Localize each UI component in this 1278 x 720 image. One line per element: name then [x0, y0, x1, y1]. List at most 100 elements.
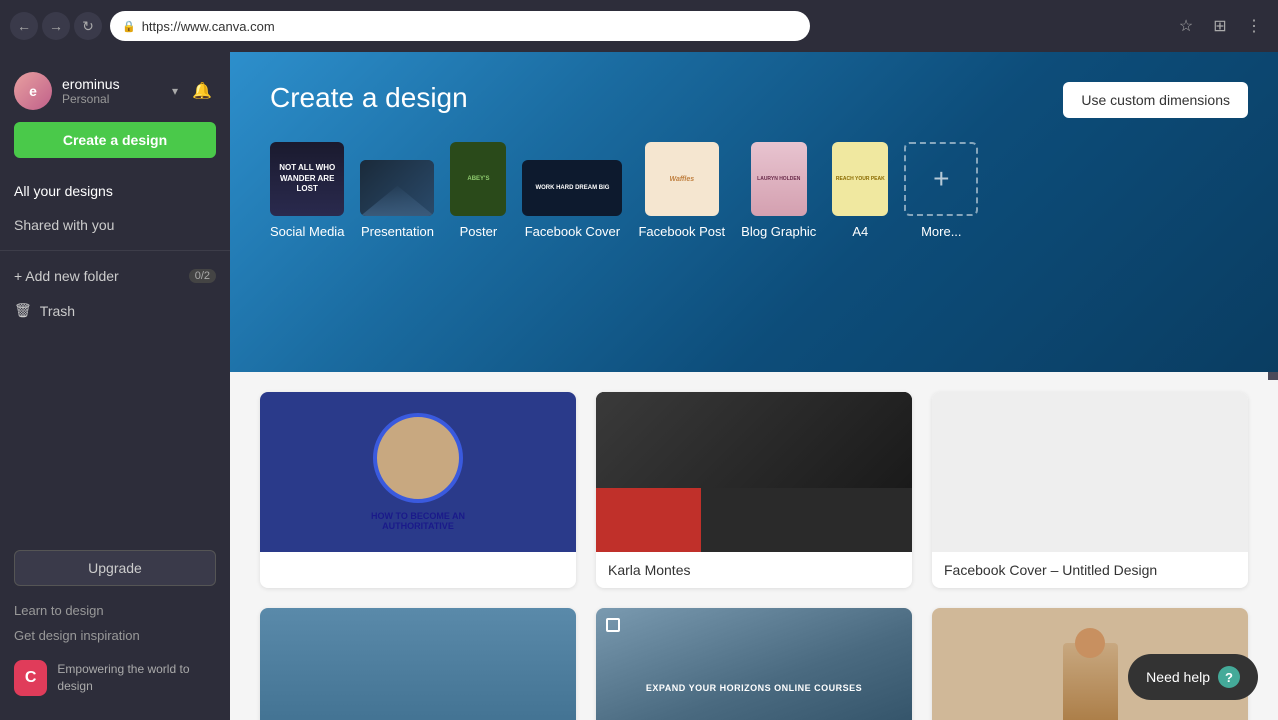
poster-text: ABEY'S	[467, 176, 489, 182]
design-card[interactable]: HOW TO BECOME ANAUTHORITATIVE	[260, 392, 576, 588]
blog-graphic-thumbnail: LAURYN HOLDEN	[751, 142, 807, 216]
bookmark-button[interactable]: ☆	[1172, 12, 1200, 40]
extensions-button[interactable]: ⊞	[1206, 12, 1234, 40]
canva-logo: C	[14, 660, 47, 696]
template-social-media[interactable]: NOT ALL WHO WANDER ARE LOST Social Media	[270, 142, 344, 239]
templates-row: NOT ALL WHO WANDER ARE LOST Social Media…	[270, 142, 1238, 239]
canva-brand: C Empowering the world to design	[14, 660, 216, 696]
address-bar[interactable]: 🔒 https://www.canva.com	[110, 11, 810, 41]
trash-icon: 🗑	[14, 302, 32, 319]
design-card-info: Facebook Cover – Untitled Design	[932, 552, 1248, 588]
template-label: Social Media	[270, 224, 344, 239]
forward-button[interactable]: →	[42, 12, 70, 40]
design-card-title: Facebook Cover – Untitled Design	[944, 562, 1236, 578]
design-card[interactable]: Facebook Cover – Untitled Design	[932, 392, 1248, 588]
user-info: erominus Personal	[62, 76, 162, 106]
sidebar-item-all-designs[interactable]: All your designs ›	[0, 174, 230, 208]
back-button[interactable]: ←	[10, 12, 38, 40]
facebook-post-thumbnail: Waffles	[645, 142, 719, 216]
nav-buttons: ← → ↻	[10, 12, 102, 40]
menu-button[interactable]: ⋮	[1240, 12, 1268, 40]
template-facebook-post[interactable]: Waffles Facebook Post	[638, 142, 725, 239]
user-name: erominus	[62, 76, 162, 92]
custom-dimensions-button[interactable]: Use custom dimensions	[1063, 82, 1248, 118]
design-inspiration-link[interactable]: Get design inspiration	[14, 623, 216, 648]
sidebar-footer: Upgrade Learn to design Get design inspi…	[0, 538, 230, 708]
fbcover-text: WORK HARD DREAM BIG	[535, 185, 609, 191]
template-label: Facebook Cover	[525, 224, 620, 239]
learn-design-link[interactable]: Learn to design	[14, 598, 216, 623]
fbpost-text: Waffles	[669, 176, 694, 183]
lock-icon: 🔒	[122, 20, 136, 33]
card5-text: EXPAND YOUR HORIZONS ONLINE COURSES	[638, 675, 870, 701]
folder-label: + Add new folder	[14, 268, 119, 284]
sidebar-item-shared[interactable]: Shared with you	[0, 208, 230, 242]
chevron-down-icon[interactable]: ▾	[172, 84, 178, 98]
recent-section: HOW TO BECOME ANAUTHORITATIVE	[230, 372, 1278, 720]
avatar: e	[14, 72, 52, 110]
add-folder-item[interactable]: + Add new folder 0/2	[0, 259, 230, 293]
template-blog-graphic[interactable]: LAURYN HOLDEN Blog Graphic	[741, 142, 816, 239]
need-help-label: Need help	[1146, 669, 1210, 685]
user-plan: Personal	[62, 92, 162, 106]
design-card-image	[932, 392, 1248, 552]
sidebar-nav: All your designs › Shared with you + Add…	[0, 174, 230, 538]
template-a4[interactable]: REACH YOUR PEAK A4	[832, 142, 888, 239]
url-text: https://www.canva.com	[142, 19, 275, 34]
plus-icon: +	[933, 163, 949, 195]
social-media-thumbnail: NOT ALL WHO WANDER ARE LOST	[270, 142, 344, 216]
design-card[interactable]: EXPAND YOUR HORIZONS ONLINE COURSES Expa…	[596, 608, 912, 720]
design-card-image: HOW TO BECOME ANAUTHORITATIVE	[260, 392, 576, 552]
sidebar-user: e erominus Personal ▾ 🔔	[0, 64, 230, 122]
template-label: Poster	[460, 224, 498, 239]
canva-tagline: Empowering the world to design	[57, 661, 216, 695]
design-card-image	[596, 392, 912, 552]
sidebar-item-label: All your designs	[14, 183, 113, 199]
upgrade-button[interactable]: Upgrade	[14, 550, 216, 586]
template-label: Facebook Post	[638, 224, 725, 239]
sidebar-links: Learn to design Get design inspiration	[14, 598, 216, 648]
browser-chrome: ← → ↻ 🔒 https://www.canva.com ☆ ⊞ ⋮	[0, 0, 1278, 52]
help-icon: ?	[1218, 666, 1240, 688]
template-label: More...	[921, 224, 961, 239]
design-card[interactable]	[260, 608, 576, 720]
refresh-button[interactable]: ↻	[74, 12, 102, 40]
trash-label: Trash	[40, 303, 75, 319]
design-card-info: Karla Montes	[596, 552, 912, 588]
template-poster[interactable]: ABEY'S Poster	[450, 142, 506, 239]
pres-mountain	[360, 182, 434, 216]
template-more[interactable]: + More...	[904, 142, 978, 239]
notification-button[interactable]: 🔔	[188, 77, 216, 105]
folder-count: 0/2	[189, 269, 216, 283]
design-card-image	[260, 608, 576, 720]
template-label: Presentation	[361, 224, 434, 239]
blog-text: LAURYN HOLDEN	[757, 176, 800, 182]
social-media-text: NOT ALL WHO WANDER ARE LOST	[278, 163, 336, 194]
browser-actions: ☆ ⊞ ⋮	[1172, 12, 1268, 40]
design-card-image: EXPAND YOUR HORIZONS ONLINE COURSES	[596, 608, 912, 720]
sidebar-item-label: Shared with you	[14, 217, 114, 233]
more-thumbnail: +	[904, 142, 978, 216]
presentation-thumbnail	[360, 160, 434, 216]
create-design-button[interactable]: Create a design	[14, 122, 216, 158]
design-card-title: Karla Montes	[608, 562, 900, 578]
template-label: A4	[852, 224, 868, 239]
designs-grid: HOW TO BECOME ANAUTHORITATIVE	[260, 392, 1248, 720]
trash-item[interactable]: 🗑 Trash	[0, 293, 230, 328]
card1-text: HOW TO BECOME ANAUTHORITATIVE	[371, 511, 465, 531]
template-label: Blog Graphic	[741, 224, 816, 239]
a4-thumbnail: REACH YOUR PEAK	[832, 142, 888, 216]
need-help-button[interactable]: Need help ?	[1128, 654, 1258, 700]
design-card-info	[260, 552, 576, 572]
main-content: Create a design Use custom dimensions NO…	[230, 52, 1278, 720]
template-presentation[interactable]: Presentation	[360, 160, 434, 239]
template-facebook-cover[interactable]: WORK HARD DREAM BIG Facebook Cover	[522, 160, 622, 239]
design-header: Create a design Use custom dimensions NO…	[230, 52, 1278, 372]
facebook-cover-thumbnail: WORK HARD DREAM BIG	[522, 160, 622, 216]
sidebar: e erominus Personal ▾ 🔔 Create a design …	[0, 52, 230, 720]
design-card[interactable]: Karla Montes	[596, 392, 912, 588]
app-layout: e erominus Personal ▾ 🔔 Create a design …	[0, 52, 1278, 720]
sidebar-divider	[0, 250, 230, 251]
poster-thumbnail: ABEY'S	[450, 142, 506, 216]
card2-thumb	[596, 392, 912, 552]
